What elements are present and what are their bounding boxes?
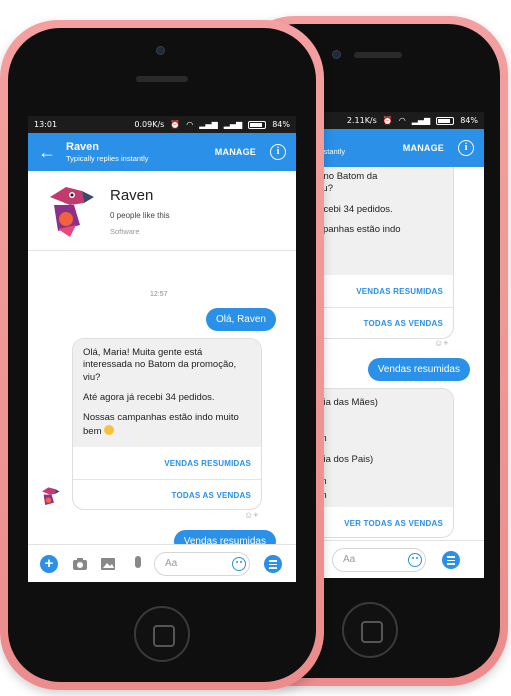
mic-icon[interactable] [135, 556, 141, 568]
back-app-bar: ply instantly MANAGE i [302, 129, 484, 167]
back-card-1: nda no Batom da o, viu? já recebi 34 ped… [302, 167, 454, 339]
front-net-speed: 0.09K/s [134, 120, 165, 129]
back-card2-line: ha dia dos Pais) [305, 454, 374, 466]
back-manage-button[interactable]: MANAGE [403, 143, 444, 153]
wifi-icon: ◠ [398, 116, 406, 125]
back-screen: 2.11K/s ⏰ ◠ ▂▄▆ 84% ply instantly MANAGE… [302, 112, 484, 578]
emoji-icon[interactable] [232, 557, 246, 571]
smile-emoji-icon [104, 424, 115, 435]
raven-logo-icon [40, 181, 100, 241]
card-line: Nossas campanhas estão indo muito bem [83, 412, 239, 437]
front-screen: 13:01 0.09K/s ⏰ ◠ ▂▄▆ ▂▄▆ 84% ← Raven Ty… [28, 116, 296, 582]
back-net-speed: 2.11K/s [346, 116, 377, 125]
back-card1-line: campanhas estão indo [305, 224, 401, 236]
battery-icon [436, 116, 455, 125]
plus-icon[interactable]: + [40, 555, 58, 573]
back-card1-line: nda no Batom da [305, 171, 378, 182]
outgoing-message: Olá, Raven [205, 308, 276, 331]
front-battery-pct: 84% [272, 120, 290, 129]
front-phone: 13:01 0.09K/s ⏰ ◠ ▂▄▆ ▂▄▆ 84% ← Raven Ty… [0, 20, 324, 690]
camera-icon[interactable] [72, 557, 88, 571]
profile-category: Software [110, 227, 140, 236]
vendas-resumidas-button[interactable]: VENDAS RESUMIDAS [73, 447, 261, 479]
back-battery-pct: 84% [460, 116, 478, 125]
front-composer: + Aa [28, 544, 296, 582]
profile-likes: 0 people like this [110, 211, 170, 220]
back-camera [332, 50, 341, 59]
raven-avatar [42, 487, 60, 505]
header-title: Raven [66, 141, 100, 153]
reaction-icon[interactable]: ☺+ [244, 510, 258, 520]
back-composer: Aa [302, 540, 484, 578]
back-card2-line: - 4un [305, 490, 443, 503]
front-home-button[interactable] [134, 606, 190, 662]
back-card1-line: já recebi 34 pedidos. [305, 203, 393, 215]
back-card2-line: ha dia das Mães) [305, 397, 378, 408]
back-ver-todas-button[interactable]: VER TODAS AS VENDAS [302, 507, 453, 537]
alarm-icon: ⏰ [170, 120, 181, 129]
back-outgoing-message: Vendas resumidas [367, 358, 470, 381]
chat-timestamp: 12:57 [150, 291, 168, 298]
front-app-bar: ← Raven Typically replies instantly MANA… [28, 133, 296, 171]
back-card-2: ha dia das Mães) 6un - 9un ha dia dos Pa… [302, 388, 454, 538]
signal-icon: ▂▄▆ [199, 120, 218, 129]
profile-name: Raven [110, 187, 154, 204]
page-profile: Raven 0 people like this Software [28, 171, 296, 251]
back-reaction-icon[interactable]: ☺+ [434, 338, 448, 348]
back-card2-line: - 9un [305, 433, 443, 446]
emoji-icon[interactable] [408, 553, 422, 567]
info-icon[interactable]: i [270, 144, 286, 160]
back-card1-line: o, viu? [305, 183, 333, 195]
back-card2-line: 6un [305, 419, 443, 432]
signal-icon-2: ▂▄▆ [223, 120, 243, 129]
bot-card: Olá, Maria! Muita gente está interessada… [72, 338, 262, 510]
header-subtitle: Typically replies instantly [66, 154, 149, 163]
alarm-icon: ⏰ [382, 116, 393, 125]
info-icon[interactable]: i [458, 140, 474, 156]
back-card2-line: - 4un [305, 476, 443, 489]
front-status-bar: 13:01 0.09K/s ⏰ ◠ ▂▄▆ ▂▄▆ 84% [28, 116, 296, 133]
battery-icon [248, 120, 267, 129]
menu-icon[interactable] [442, 551, 460, 569]
wifi-icon: ◠ [186, 120, 194, 129]
signal-icon: ▂▄▆ [411, 116, 431, 125]
todas-as-vendas-button[interactable]: TODAS AS VENDAS [73, 479, 261, 509]
image-icon[interactable] [100, 557, 116, 571]
front-camera [156, 46, 165, 55]
back-arrow-icon[interactable]: ← [28, 142, 66, 163]
menu-icon[interactable] [264, 555, 282, 573]
card-line: Olá, Maria! Muita gente está interessada… [83, 347, 237, 383]
back-todas-as-vendas-button[interactable]: TODAS AS VENDAS [302, 307, 453, 338]
back-vendas-resumidas-button[interactable]: VENDAS RESUMIDAS [302, 275, 453, 307]
manage-button[interactable]: MANAGE [215, 147, 256, 157]
back-speaker [354, 52, 402, 58]
status-time: 13:01 [34, 120, 58, 129]
front-speaker [136, 76, 188, 82]
card-line: Até agora já recebi 34 pedidos. [83, 392, 215, 404]
back-card1-emoji [305, 236, 443, 249]
back-home-button[interactable] [342, 602, 398, 658]
back-status-bar: 2.11K/s ⏰ ◠ ▂▄▆ 84% [302, 112, 484, 129]
